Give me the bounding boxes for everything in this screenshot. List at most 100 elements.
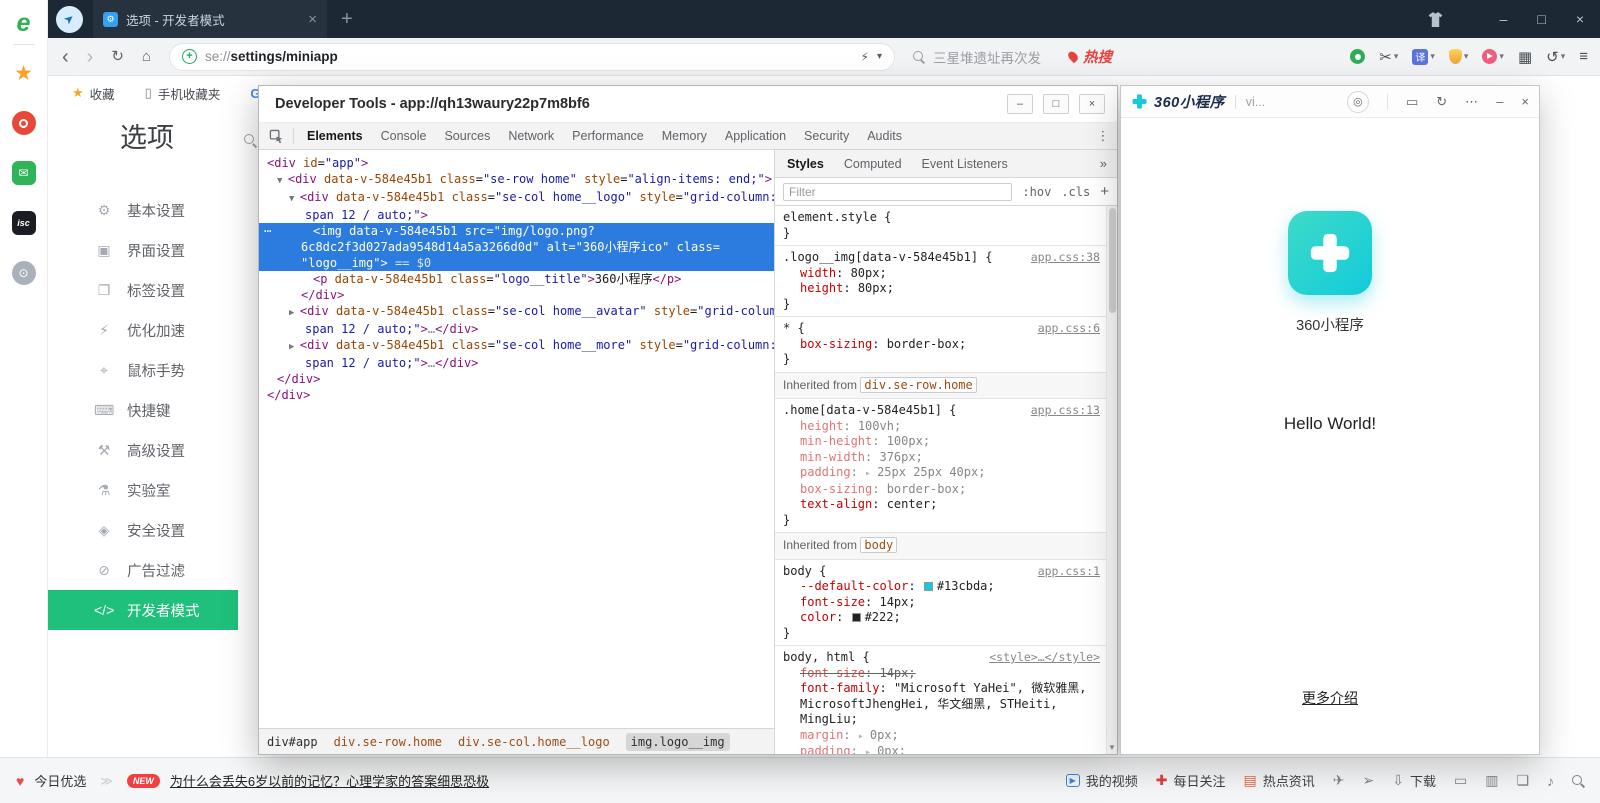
css-property[interactable]: height: 100vh; — [783, 419, 1100, 435]
settings-menu-item[interactable]: ❐标签设置 — [48, 270, 238, 310]
inherited-target-link[interactable]: div.se-row.home — [860, 377, 976, 393]
weibo-icon[interactable] — [12, 111, 36, 135]
elements-tree-line[interactable]: "logo__img"> == $0 — [259, 255, 774, 271]
hot-news-item[interactable]: ▤热点资讯 — [1244, 771, 1315, 790]
css-property[interactable]: --default-color: #13cbda; — [783, 579, 1100, 595]
scrollbar-thumb[interactable] — [1109, 208, 1116, 313]
address-bar[interactable]: + se://settings/miniapp ⚡ ▾ — [169, 43, 895, 71]
game-icon[interactable]: ▾ — [1482, 49, 1504, 64]
css-source-link[interactable]: app.css:1 — [1038, 564, 1100, 580]
mail-icon[interactable]: ✉ — [12, 161, 36, 185]
css-property[interactable]: height: 80px; — [783, 281, 1100, 297]
hot-search-badge[interactable]: 热搜 — [1069, 46, 1112, 67]
styles-tab-event-listeners[interactable]: Event Listeners — [912, 150, 1018, 177]
css-property[interactable]: min-height: 100px; — [783, 434, 1100, 450]
breadcrumb-item[interactable]: div#app — [267, 735, 318, 749]
rocket-icon[interactable]: ➢ — [1362, 772, 1374, 789]
devtools-maximize-button[interactable]: □ — [1043, 94, 1069, 114]
tab-close-icon[interactable]: × — [308, 11, 317, 28]
styles-scrollbar[interactable]: ▼ — [1106, 206, 1117, 754]
css-property[interactable]: text-align: center; — [783, 497, 1100, 513]
search-box[interactable]: 三星堆遗址再次发 — [913, 47, 1041, 67]
search-icon[interactable] — [1572, 775, 1584, 787]
news-headline-link[interactable]: 为什么会丢失6岁以前的记忆？心理学家的答案细思恐极 — [170, 771, 489, 790]
settings-menu-item[interactable]: ▣界面设置 — [48, 230, 238, 270]
chevrons-icon[interactable]: ≫ — [100, 774, 113, 788]
undo-icon[interactable]: ↺▾ — [1546, 48, 1565, 66]
css-property[interactable]: font-family: "Microsoft YaHei", 微软雅黑, Mi… — [783, 681, 1100, 728]
menu-icon[interactable]: ≡ — [1579, 48, 1588, 65]
search-suggestion-text[interactable]: 三星堆遗址再次发 — [933, 47, 1041, 67]
scroll-down-icon[interactable]: ▼ — [1107, 743, 1117, 752]
devtools-tab-audits[interactable]: Audits — [858, 123, 911, 149]
scissors-icon[interactable]: ✂▾ — [1379, 48, 1398, 66]
css-property[interactable]: font-size: 14px; — [783, 666, 1100, 682]
css-property[interactable]: box-sizing: border-box; — [783, 482, 1100, 498]
miniapp-refresh-icon[interactable]: ↻ — [1436, 94, 1447, 110]
bookmark-item[interactable]: ★收藏 — [72, 84, 115, 103]
paper-plane-icon[interactable]: ✈ — [1333, 772, 1345, 789]
download-item[interactable]: ⇩下载 — [1392, 771, 1436, 790]
home-icon[interactable]: ⌂ — [142, 49, 151, 64]
settings-menu-item[interactable]: ⌖鼠标手势 — [48, 350, 238, 390]
my-videos-item[interactable]: ▶我的视频 — [1066, 771, 1138, 790]
elements-tree-line[interactable]: ▶ <div data-v-584e45b1 class="se-col hom… — [259, 303, 774, 321]
css-property[interactable]: padding: ▸ 0px; — [783, 744, 1100, 754]
styles-overflow-icon[interactable]: » — [1090, 150, 1117, 177]
element-menu-icon[interactable]: ⋯ — [264, 223, 272, 239]
elements-tree-line[interactable]: span 12 / auto;"> — [259, 207, 774, 223]
css-property[interactable]: box-sizing: border-box; — [783, 337, 1100, 353]
elements-tree-line[interactable]: span 12 / auto;">…</div> — [259, 355, 774, 371]
browser-tab[interactable]: ⚙ 选项 - 开发者模式 × — [93, 0, 327, 38]
elements-tree-line[interactable]: <p data-v-584e45b1 class="logo__title">3… — [259, 271, 774, 287]
theme-skin-icon[interactable] — [1427, 11, 1444, 28]
more-intro-link[interactable]: 更多介绍 — [1121, 688, 1539, 708]
devtools-tab-application[interactable]: Application — [716, 123, 795, 149]
plugin-icon[interactable]: ⊙ — [12, 261, 36, 285]
css-source-link[interactable]: app.css:6 — [1038, 321, 1100, 337]
shield-icon[interactable]: ▾ — [1449, 49, 1469, 64]
address-url[interactable]: se://settings/miniapp — [205, 49, 338, 64]
pseudo-state-button[interactable]: :hov — [1022, 185, 1051, 199]
devtools-close-button[interactable]: × — [1079, 94, 1105, 114]
elements-tree-line[interactable]: ⋯<img data-v-584e45b1 src="img/logo.png? — [259, 223, 774, 239]
elements-tree-line[interactable]: ▶ <div data-v-584e45b1 class="se-col hom… — [259, 337, 774, 355]
class-toggle-button[interactable]: .cls — [1061, 185, 1090, 199]
printer-icon[interactable]: ▭ — [1454, 772, 1467, 789]
clipboard-icon[interactable]: ❏ — [1516, 772, 1529, 789]
browser-logo[interactable]: e — [17, 8, 31, 38]
back-icon[interactable]: ‹ — [62, 47, 69, 67]
settings-menu-item[interactable]: ⚡优化加速 — [48, 310, 238, 350]
speed-mode-icon[interactable]: ⚡ — [861, 50, 869, 64]
elements-tree-line[interactable]: </div> — [259, 371, 774, 387]
isc-icon[interactable]: isc — [12, 211, 36, 235]
devtools-tab-console[interactable]: Console — [372, 123, 436, 149]
site-safety-icon[interactable]: + — [182, 49, 197, 64]
elements-tree-line[interactable]: ▼ <div data-v-584e45b1 class="se-row hom… — [259, 171, 774, 189]
devtools-more-icon[interactable]: ⋮ — [1089, 123, 1117, 149]
styles-tab-computed[interactable]: Computed — [834, 150, 912, 177]
apps-grid-icon[interactable]: ▦ — [1518, 48, 1532, 66]
devtools-tab-security[interactable]: Security — [795, 123, 858, 149]
miniapp-more-icon[interactable]: ⋯ — [1465, 94, 1478, 110]
maximize-button[interactable]: □ — [1537, 11, 1545, 27]
settings-menu-item[interactable]: </>开发者模式 — [48, 590, 238, 630]
settings-menu-item[interactable]: ⚙基本设置 — [48, 190, 238, 230]
bookmark-item[interactable]: ▯手机收藏夹 — [145, 84, 221, 103]
styles-tab-styles[interactable]: Styles — [777, 150, 834, 177]
archive-icon[interactable]: ▥ — [1485, 772, 1498, 789]
inherited-target-link[interactable]: body — [860, 537, 897, 553]
miniapp-close-button[interactable]: × — [1521, 94, 1529, 109]
address-dropdown-icon[interactable]: ▾ — [877, 51, 882, 62]
inspect-element-icon[interactable] — [259, 123, 293, 149]
breadcrumb-item[interactable]: img.logo__img — [626, 733, 730, 751]
css-source-link[interactable]: app.css:13 — [1031, 403, 1100, 419]
elements-tree-line[interactable]: ▼ <div data-v-584e45b1 class="se-col hom… — [259, 189, 774, 207]
devtools-minimize-button[interactable]: – — [1007, 94, 1033, 114]
daily-follow-item[interactable]: ✚每日关注 — [1156, 771, 1226, 790]
forward-icon[interactable]: › — [87, 47, 94, 67]
translate-icon[interactable]: 译▾ — [1412, 49, 1435, 65]
close-button[interactable]: × — [1576, 11, 1584, 27]
devtools-tab-elements[interactable]: Elements — [298, 123, 372, 149]
devtools-tab-memory[interactable]: Memory — [653, 123, 716, 149]
